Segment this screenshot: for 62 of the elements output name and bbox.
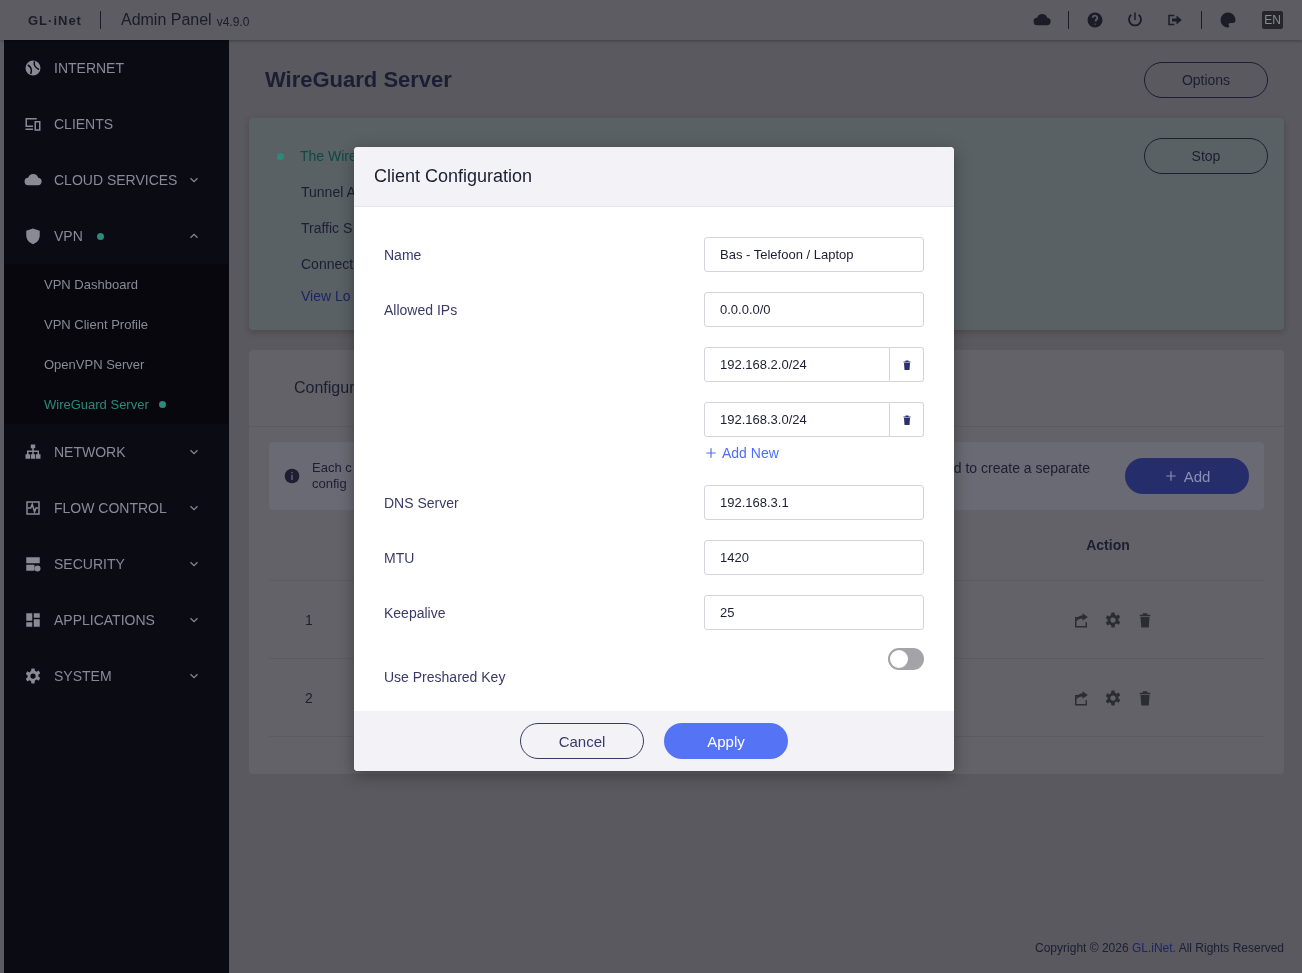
submenu-item[interactable]: OpenVPN Server <box>4 344 229 384</box>
sidebar-item[interactable]: APPLICATIONS <box>4 592 229 648</box>
input-field[interactable]: 1420 <box>704 540 924 575</box>
input-field[interactable]: 25 <box>704 595 924 630</box>
info-text: d to create a separate <box>953 460 1090 476</box>
input-field[interactable]: 192.168.2.0/24 <box>704 347 890 382</box>
input-field[interactable]: 192.168.3.0/24 <box>704 402 890 437</box>
version-label: v4.9.0 <box>216 14 250 29</box>
field-label: DNS Server <box>384 494 460 511</box>
toggle-switch[interactable] <box>888 648 924 670</box>
info-label: Traffic S <box>301 220 353 236</box>
info-icon <box>284 468 300 484</box>
gear-icon <box>24 667 42 685</box>
devices-icon <box>24 115 42 133</box>
add-button[interactable]: Add <box>1125 458 1249 494</box>
sidebar-item[interactable]: NETWORK <box>4 424 229 480</box>
sidebar-item[interactable]: SECURITY <box>4 536 229 592</box>
column-header: Action <box>1085 537 1131 553</box>
power-icon[interactable] <box>1126 11 1145 29</box>
input-field[interactable]: 0.0.0.0/0 <box>704 292 924 327</box>
language-button[interactable]: EN <box>1262 11 1283 29</box>
info-label: Connect <box>301 256 354 272</box>
sidebar-item[interactable]: VPN <box>4 208 229 264</box>
section-title: Configur <box>294 379 355 397</box>
plus-icon <box>704 446 718 460</box>
shield-icon <box>24 227 42 245</box>
sidebar-item[interactable]: CLOUD SERVICES <box>4 152 229 208</box>
field-label: Use Preshared Key <box>384 669 507 685</box>
palette-icon[interactable] <box>1219 11 1238 29</box>
table-cell-text: 2 <box>304 689 314 706</box>
sidebar-item[interactable]: INTERNET <box>4 40 229 96</box>
submenu-item[interactable]: VPN Client Profile <box>4 304 229 344</box>
input-field[interactable]: Bas - Telefoon / Laptop <box>704 237 924 272</box>
table-cell-text: 1 <box>304 611 314 628</box>
app-title: Admin Panel <box>120 11 212 29</box>
delete-button[interactable] <box>890 402 924 437</box>
field-label: MTU <box>384 549 416 566</box>
page-title: WireGuard Server <box>265 67 452 93</box>
add-new-link[interactable]: Add New <box>704 441 924 465</box>
settings-icon[interactable] <box>1104 688 1122 707</box>
plus-icon <box>1163 469 1178 483</box>
delete-button[interactable] <box>890 347 924 382</box>
globe-icon <box>24 59 42 77</box>
input-field[interactable]: 192.168.3.1 <box>704 485 924 520</box>
sidebar-item[interactable]: CLIENTS <box>4 96 229 152</box>
help-icon[interactable] <box>1086 11 1105 29</box>
firewall-icon <box>24 555 42 573</box>
field-label: Keepalive <box>384 604 447 621</box>
sidebar-item[interactable]: SYSTEM <box>4 648 229 704</box>
pulse-icon <box>24 499 42 517</box>
copyright-text: Copyright © 2026 GL.iNet. All Rights Reserved <box>1035 941 1284 955</box>
apps-icon <box>24 611 42 629</box>
settings-icon[interactable] <box>1104 610 1122 629</box>
field-label: Name <box>384 246 423 263</box>
network-icon <box>24 443 42 461</box>
info-text: Each c config <box>312 460 353 492</box>
sidebar-item[interactable]: FLOW CONTROL <box>4 480 229 536</box>
field-label: Allowed IPs <box>384 301 459 318</box>
submenu-item[interactable]: WireGuard Server <box>4 384 229 424</box>
dialog-title: Client Configuration <box>374 166 533 187</box>
apply-button[interactable]: Apply <box>664 723 788 759</box>
submenu-item[interactable]: VPN Dashboard <box>4 264 229 304</box>
